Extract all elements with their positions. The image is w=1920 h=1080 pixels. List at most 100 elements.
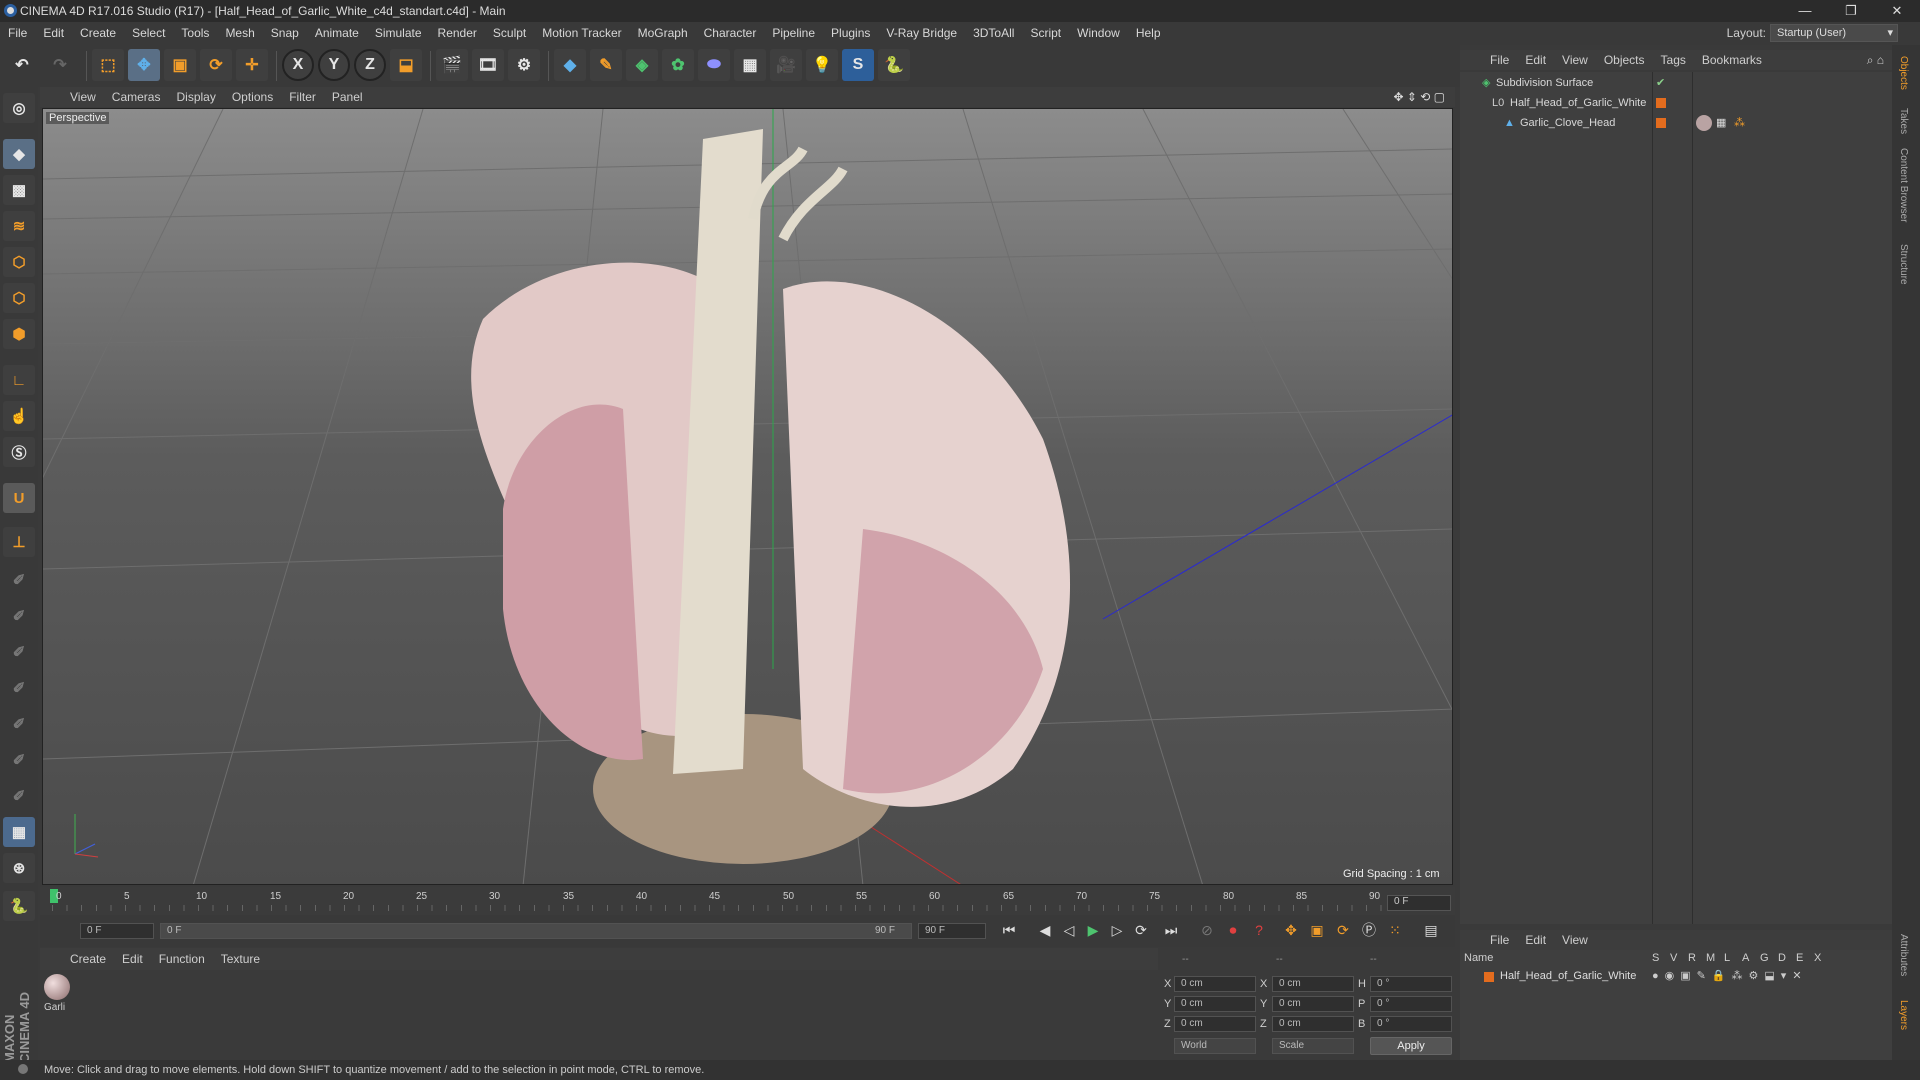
obj-menu-tags[interactable]: Tags — [1653, 53, 1694, 67]
material-menu-edit[interactable]: Edit — [114, 952, 151, 966]
apply-button[interactable]: Apply — [1370, 1037, 1452, 1055]
phong-tag-icon[interactable]: ⁂ — [1734, 114, 1745, 132]
key-rotation-icon[interactable]: ⟳ — [1332, 919, 1354, 941]
cube-object-icon[interactable]: ◆ — [554, 49, 586, 81]
current-frame-field[interactable]: 0 F — [1387, 895, 1451, 911]
tab-attributes[interactable]: Attributes — [1898, 934, 1909, 976]
menu-pipeline[interactable]: Pipeline — [764, 22, 823, 45]
menu-snap[interactable]: Snap — [263, 22, 307, 45]
layer-menu-file[interactable]: File — [1482, 933, 1517, 947]
viewport-menu-cameras[interactable]: Cameras — [104, 90, 169, 104]
record-keyframe-icon[interactable]: ⏺ — [1222, 919, 1244, 941]
workplane-icon[interactable]: ≋ — [3, 211, 35, 241]
layer-row[interactable]: Half_Head_of_Garlic_White ●◉▣✎🔒⁂⚙⬓▾✕ — [1460, 968, 1892, 986]
texture-mode-icon[interactable]: ▩ — [3, 175, 35, 205]
python-script-icon[interactable]: 🐍 — [3, 891, 35, 921]
x-axis-icon[interactable]: X — [282, 49, 314, 81]
menu-animate[interactable]: Animate — [307, 22, 367, 45]
y-axis-icon[interactable]: Y — [318, 49, 350, 81]
coordinate-system-icon[interactable]: ⬓ — [390, 49, 422, 81]
key-scale-icon[interactable]: ▣ — [1306, 919, 1328, 941]
tab-structure[interactable]: Structure — [1898, 244, 1909, 285]
material-menu-texture[interactable]: Texture — [213, 952, 268, 966]
viewport-menu-panel[interactable]: Panel — [324, 90, 371, 104]
render-view-icon[interactable]: 🎬 — [436, 49, 468, 81]
points-mode-icon[interactable]: ⬡ — [3, 247, 35, 277]
layer-color-swatch[interactable] — [1656, 98, 1666, 108]
layer-menu-view[interactable]: View — [1554, 933, 1596, 947]
restore-button[interactable]: ❐ — [1828, 0, 1874, 22]
menu-plugins[interactable]: Plugins — [823, 22, 878, 45]
obj-menu-objects[interactable]: Objects — [1596, 53, 1653, 67]
obj-menu-bookmarks[interactable]: Bookmarks — [1694, 53, 1770, 67]
size-z-field[interactable]: 0 cm — [1272, 1016, 1354, 1032]
menu-select[interactable]: Select — [124, 22, 173, 45]
object-row-subdivision[interactable]: ◈ Subdivision Surface ✔ — [1460, 74, 1892, 92]
floor-icon[interactable]: ▦ — [734, 49, 766, 81]
viewport-nav-icons[interactable]: ✥ ⇕ ⟲ ▢ — [1393, 90, 1445, 104]
transform-icon[interactable]: ✛ — [236, 49, 268, 81]
scale-tool-icon[interactable]: ▣ — [164, 49, 196, 81]
menu-3dtoall[interactable]: 3DToAll — [965, 22, 1022, 45]
menu-create[interactable]: Create — [72, 22, 124, 45]
next-frame-icon[interactable]: ▷ — [1106, 919, 1128, 941]
menu-tools[interactable]: Tools — [173, 22, 217, 45]
goto-end-icon[interactable]: ⏭ — [1160, 919, 1182, 941]
frame-range-slider[interactable]: 0 F 90 F — [160, 923, 912, 939]
end-frame-field[interactable]: 90 F — [918, 923, 986, 939]
layer-color-swatch[interactable] — [1484, 972, 1494, 982]
tab-takes[interactable]: Takes — [1898, 108, 1909, 134]
visibility-check-icon[interactable]: ✔ — [1656, 74, 1665, 92]
brush-icon-5[interactable]: ✐ — [3, 709, 35, 739]
key-pla-icon[interactable]: ⁙ — [1384, 919, 1406, 941]
position-x-field[interactable]: 0 cm — [1174, 976, 1256, 992]
menu-character[interactable]: Character — [696, 22, 765, 45]
menu-simulate[interactable]: Simulate — [367, 22, 430, 45]
obj-menu-file[interactable]: File — [1482, 53, 1517, 67]
cloner-icon[interactable]: ✿ — [662, 49, 694, 81]
key-param-icon[interactable]: Ⓟ — [1358, 919, 1380, 941]
viewport-menu-view[interactable]: View — [62, 90, 104, 104]
tweak-mode-icon[interactable]: ☝ — [3, 401, 35, 431]
menu-mograph[interactable]: MoGraph — [630, 22, 696, 45]
menu-script[interactable]: Script — [1022, 22, 1069, 45]
menu-help[interactable]: Help — [1128, 22, 1169, 45]
object-row-half-head[interactable]: L0 Half_Head_of_Garlic_White — [1460, 94, 1892, 112]
deformer-icon[interactable]: ⬬ — [698, 49, 730, 81]
render-settings-icon[interactable]: ⚙ — [508, 49, 540, 81]
play-icon[interactable]: ▶ — [1082, 919, 1104, 941]
axis-mode-icon[interactable]: ∟ — [3, 365, 35, 395]
key-position-icon[interactable]: ✥ — [1280, 919, 1302, 941]
size-x-field[interactable]: 0 cm — [1272, 976, 1354, 992]
brush-icon-4[interactable]: ✐ — [3, 673, 35, 703]
search-icon[interactable]: ⌕ ⌂ — [1867, 53, 1884, 68]
layer-color-swatch[interactable] — [1656, 118, 1666, 128]
viewport-perspective[interactable] — [42, 108, 1453, 885]
layout-select[interactable]: Startup (User) ▾ — [1770, 24, 1898, 42]
brush-icon-2[interactable]: ✐ — [3, 601, 35, 631]
grid-icon[interactable]: ▦ — [3, 817, 35, 847]
goto-start-icon[interactable]: ⏮ — [998, 919, 1020, 941]
object-row-garlic-clove[interactable]: ▲ Garlic_Clove_Head ▦ ⁂ — [1460, 114, 1892, 132]
position-z-field[interactable]: 0 cm — [1174, 1016, 1256, 1032]
light-icon[interactable]: 💡 — [806, 49, 838, 81]
menu-file[interactable]: File — [0, 22, 35, 45]
polygons-mode-icon[interactable]: ⬢ — [3, 319, 35, 349]
autokey-icon[interactable]: ? — [1248, 919, 1270, 941]
menu-motion-tracker[interactable]: Motion Tracker — [534, 22, 629, 45]
live-selection-icon[interactable]: ⬚ — [92, 49, 124, 81]
material-tag-icon[interactable] — [1696, 115, 1712, 131]
menu-window[interactable]: Window — [1069, 22, 1128, 45]
camera-icon[interactable]: 🎥 — [770, 49, 802, 81]
tab-layers[interactable]: Layers — [1898, 1000, 1909, 1030]
edges-mode-icon[interactable]: ⬡ — [3, 283, 35, 313]
viewport-menu-filter[interactable]: Filter — [281, 90, 324, 104]
subdivision-surface-icon[interactable]: ◈ — [626, 49, 658, 81]
spline-pen-icon[interactable]: ✎ — [590, 49, 622, 81]
prev-frame-icon[interactable]: ◁ — [1058, 919, 1080, 941]
undo-icon[interactable]: ↶ — [6, 49, 38, 81]
menu-edit[interactable]: Edit — [35, 22, 72, 45]
z-axis-icon[interactable]: Z — [354, 49, 386, 81]
material-menu-function[interactable]: Function — [151, 952, 213, 966]
brush-icon-7[interactable]: ✐ — [3, 781, 35, 811]
